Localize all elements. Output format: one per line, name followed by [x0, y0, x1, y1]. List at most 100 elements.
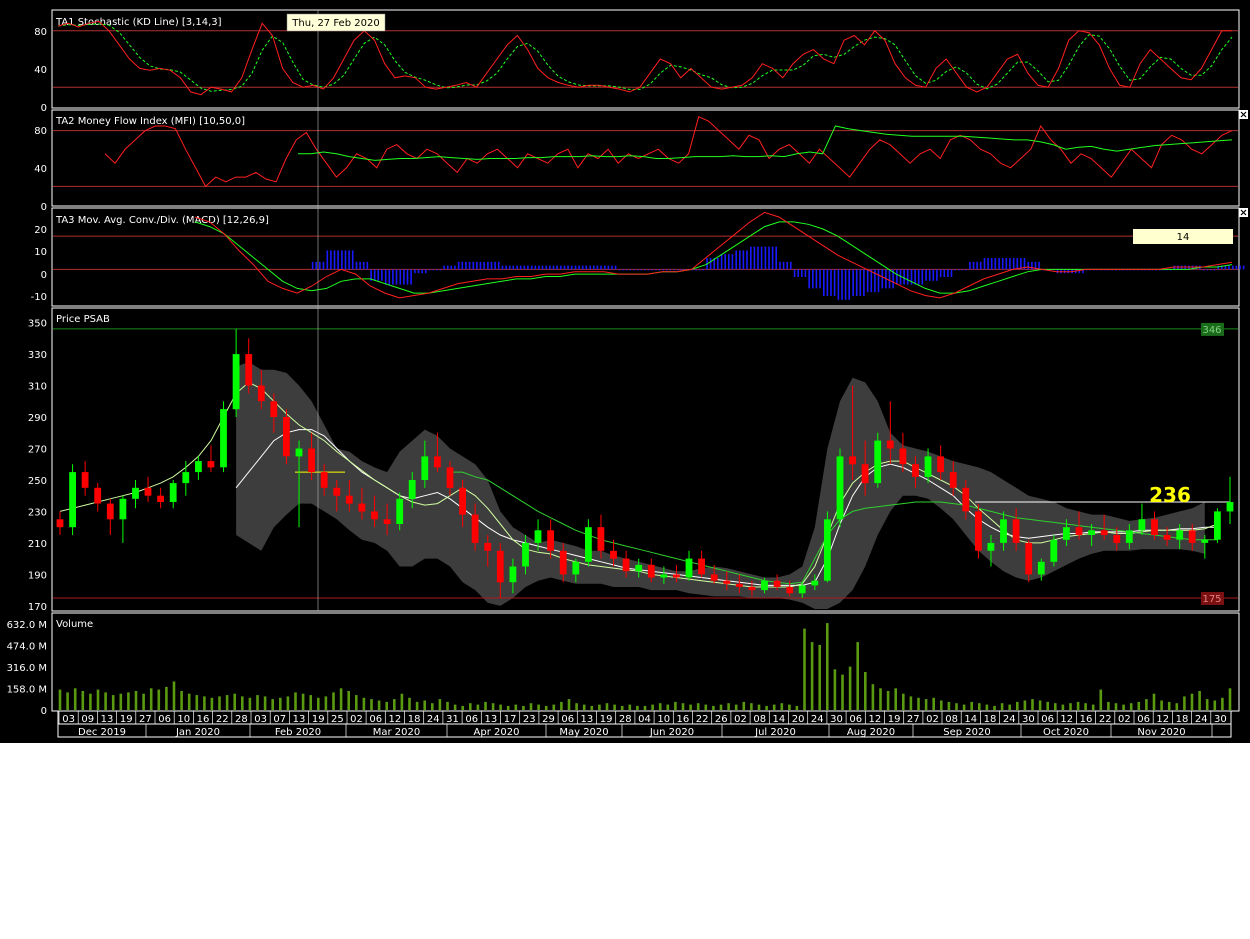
mfi-title: TA2 Money Flow Index (MFI) [10,50,0]	[55, 116, 245, 127]
month-label: Jun 2020	[649, 727, 694, 738]
volume-bar	[1183, 696, 1186, 710]
macd-hist-bar	[567, 265, 569, 270]
macd-hist-bar	[512, 265, 515, 270]
price-candle-body	[1201, 539, 1209, 543]
close-mfi-button[interactable]	[1239, 110, 1248, 119]
price-candle-body	[1012, 519, 1020, 543]
volume-bar	[248, 697, 252, 710]
day-tick-label: 03	[254, 714, 267, 725]
volume-bar	[355, 695, 358, 710]
macd-hist-bar	[647, 269, 650, 271]
macd-hist-bar	[1217, 265, 1219, 270]
volume-bar	[788, 704, 791, 710]
macd-hist-bar	[490, 261, 493, 270]
day-tick-label: 18	[1176, 714, 1189, 725]
macd-hist-bar	[341, 250, 343, 270]
volume-bar	[765, 705, 768, 710]
price-candle-body	[572, 561, 580, 575]
volume-bar	[195, 695, 199, 710]
macd-hist-bar	[1232, 265, 1234, 270]
day-tick-label: 30	[1214, 714, 1227, 725]
volume-bar	[438, 699, 442, 710]
month-label: May 2020	[559, 727, 608, 738]
macd-hist-bar	[574, 265, 577, 270]
macd-hist-bar	[768, 246, 770, 270]
macd-hist-bar	[775, 246, 777, 270]
volume-bar	[1122, 704, 1125, 710]
price-candle-body	[1113, 535, 1121, 543]
day-tick-label: 25	[331, 714, 344, 725]
close-macd-button[interactable]	[1239, 208, 1248, 217]
day-tick-label: 20	[792, 714, 805, 725]
macd-hist-bar	[994, 258, 997, 270]
price-candle-body	[1188, 530, 1196, 543]
day-tick-label: 09	[81, 714, 94, 725]
month-label: Sep 2020	[943, 727, 990, 738]
macd-hist-bar	[472, 261, 475, 270]
volume-bar	[1069, 703, 1072, 710]
volume-bar	[1054, 703, 1057, 710]
volume-bar	[491, 703, 495, 710]
volume-bar	[1221, 697, 1224, 710]
volume-bar	[218, 696, 221, 710]
price-candle-body	[786, 587, 794, 594]
volume-bar	[89, 693, 92, 710]
price-candle-body	[673, 574, 680, 578]
price-tick-label: 290	[28, 413, 47, 424]
macd-value-text: 14	[1177, 232, 1190, 243]
macd-hist-bar	[760, 246, 763, 270]
price-candle-body	[886, 440, 894, 449]
macd-hist-bar	[848, 269, 850, 300]
volume-bar	[506, 705, 510, 710]
date-tooltip: Thu, 27 Feb 2020	[286, 13, 386, 32]
macd-hist-bar	[921, 269, 924, 285]
macd-hist-bar	[695, 269, 697, 271]
day-tick-label: 19	[312, 714, 325, 725]
price-tick-label: 310	[28, 382, 47, 393]
volume-bar	[339, 688, 343, 710]
macd-hist-bar	[377, 269, 380, 281]
macd-hist-bar	[545, 265, 548, 270]
macd-hist-bar	[589, 265, 591, 270]
volume-bar	[841, 674, 844, 710]
volume-bar	[134, 691, 138, 710]
volume-bar	[902, 693, 905, 710]
price-candle-body	[69, 472, 76, 528]
price-candle-body	[924, 456, 932, 477]
volume-bar	[1205, 699, 1209, 710]
price-candle-body	[987, 542, 995, 551]
macd-hist-bar	[742, 250, 745, 270]
price-low-text: 175	[1202, 594, 1221, 605]
price-candle-body	[207, 461, 215, 468]
day-tick-label: 12	[869, 714, 882, 725]
macd-hist-bar	[680, 269, 683, 271]
macd-hist-bar	[625, 269, 628, 271]
macd-hist-bar	[362, 261, 365, 270]
macd-hist-bar	[1239, 265, 1241, 270]
volume-bar	[993, 705, 996, 710]
volume-bar	[560, 701, 563, 710]
macd-hist-bar	[435, 269, 438, 271]
price-candle-body	[1075, 527, 1083, 536]
volume-bar	[362, 697, 366, 710]
price-candle-body	[710, 574, 718, 581]
macd-hist-bar	[454, 265, 456, 270]
price-candle-body	[1214, 511, 1221, 540]
volume-bar	[415, 701, 419, 710]
price-candle-body	[698, 558, 705, 575]
price-candle-body	[773, 580, 781, 587]
price-candle-body	[610, 550, 617, 559]
macd-hist-bar	[1206, 269, 1208, 271]
day-tick-label: 30	[1022, 714, 1035, 725]
macd-hist-bar	[622, 269, 624, 271]
month-label: Dec 2019	[78, 727, 126, 738]
volume-bar	[666, 704, 670, 710]
volume-bar	[294, 692, 297, 710]
day-tick-label: 26	[715, 714, 728, 725]
day-tick-label: 02	[926, 714, 939, 725]
volume-bar	[1023, 700, 1027, 710]
macd-hist-bar	[330, 250, 332, 270]
day-tick-label: 10	[657, 714, 670, 725]
day-tick-label: 16	[1080, 714, 1093, 725]
volume-bar	[127, 692, 130, 710]
